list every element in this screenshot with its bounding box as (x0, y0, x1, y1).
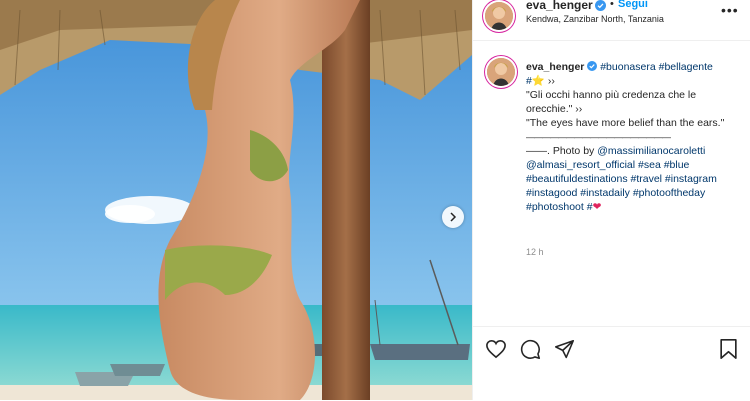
resort-mention[interactable]: @almasi_resort_official (526, 159, 635, 171)
bookmark-icon[interactable] (719, 338, 738, 360)
post-timestamp[interactable]: 12 h (526, 247, 544, 257)
verified-badge-icon (587, 61, 598, 71)
avatar[interactable] (485, 2, 513, 30)
chevron-right-icon (450, 212, 457, 222)
post-header: eva_henger • Segui Kendwa, Zanzibar Nort… (473, 0, 750, 41)
separator-dot: • (610, 0, 614, 10)
hashtags-line-1[interactable]: #buonasera #bellagente (600, 61, 713, 73)
caption-username[interactable]: eva_henger (526, 61, 584, 73)
action-bar (473, 326, 750, 401)
post-photo[interactable] (0, 0, 472, 400)
caption-avatar[interactable] (487, 58, 515, 86)
username[interactable]: eva_henger (526, 0, 593, 12)
heart-icon[interactable] (485, 339, 507, 359)
post-side-panel: eva_henger • Segui Kendwa, Zanzibar Nort… (472, 0, 750, 400)
credit-user-mention[interactable]: @massimilianocaroletti (597, 145, 705, 157)
quote-italian: "Gli occhi hanno più credenza che le ore… (526, 89, 697, 115)
share-icon[interactable] (554, 339, 575, 360)
avatar-image (485, 2, 513, 30)
star-emoji: ⭐ (531, 75, 545, 87)
caption-avatar-image (487, 58, 515, 86)
comment-icon[interactable] (520, 339, 541, 360)
photo-illustration (0, 0, 472, 400)
post-caption: eva_henger #buonasera #bellagente #⭐ ›› … (526, 60, 741, 214)
caption-divider: —————————————————— (526, 132, 671, 142)
verified-badge-icon (595, 0, 606, 11)
credit-prefix: ——. Photo by (526, 145, 595, 157)
red-heart-emoji: ❤ (592, 201, 602, 213)
quote-english: "The eyes have more belief than the ears… (526, 117, 725, 129)
more-options-button[interactable]: ••• (721, 2, 739, 18)
next-image-button[interactable] (442, 206, 464, 228)
follow-button[interactable]: Segui (618, 0, 648, 10)
location-link[interactable]: Kendwa, Zanzibar North, Tanzania (526, 14, 664, 24)
